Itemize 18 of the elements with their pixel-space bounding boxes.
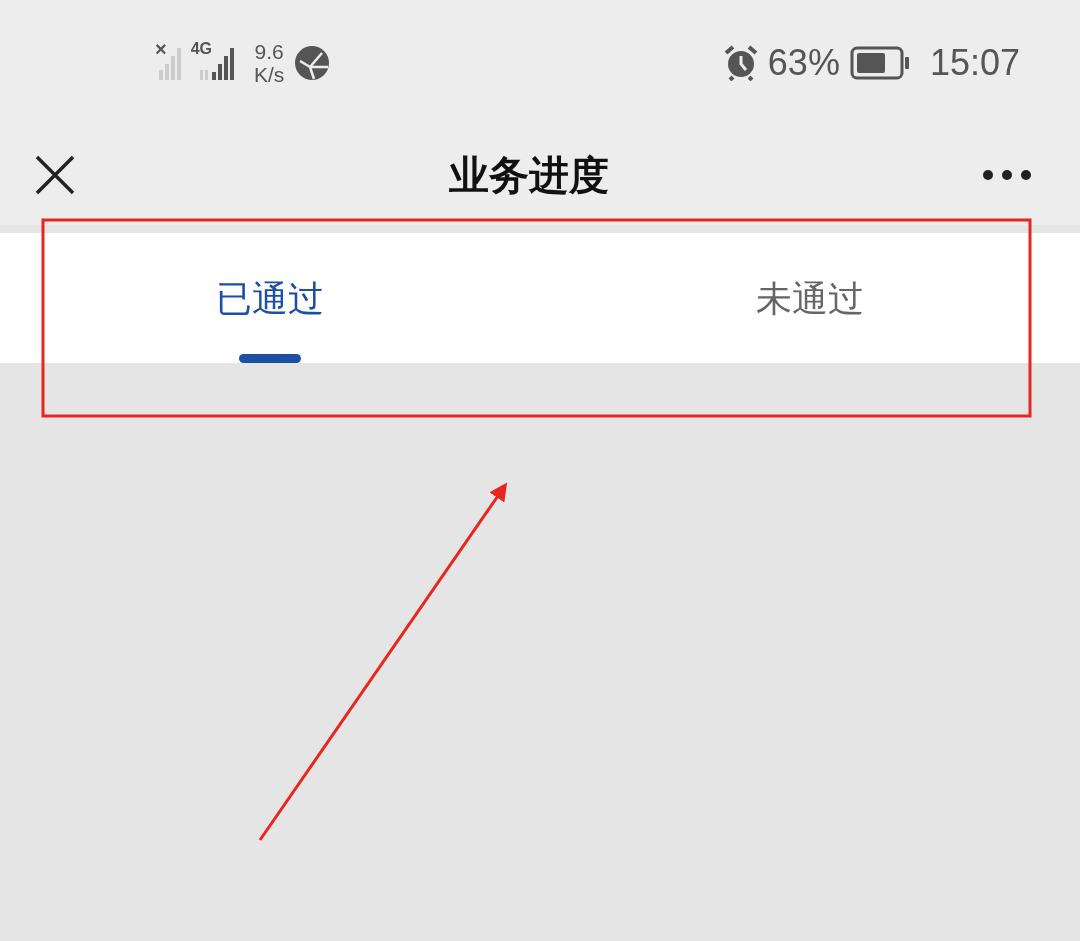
network-type: 4G xyxy=(190,40,213,57)
battery-percent: 63% xyxy=(767,41,840,84)
more-button[interactable] xyxy=(982,169,1032,181)
battery-icon xyxy=(849,45,910,80)
speed-unit: K/s xyxy=(254,62,285,86)
globe-icon xyxy=(294,44,331,81)
network-speed: 9.6 xyxy=(254,39,284,63)
more-icon xyxy=(982,169,1032,181)
tab[interactable]: 已通过 xyxy=(0,233,540,363)
tab[interactable]: 未通过 xyxy=(540,233,1080,363)
active-tab-indicator xyxy=(239,354,301,363)
signal-icon xyxy=(158,45,181,80)
close-icon xyxy=(34,154,76,196)
clock-time: 15:07 xyxy=(929,41,1020,84)
alarm-icon xyxy=(723,44,758,81)
window-title: 业务进度 xyxy=(448,150,610,200)
sim-off-mark: × xyxy=(155,38,167,59)
close-button[interactable] xyxy=(34,154,76,196)
